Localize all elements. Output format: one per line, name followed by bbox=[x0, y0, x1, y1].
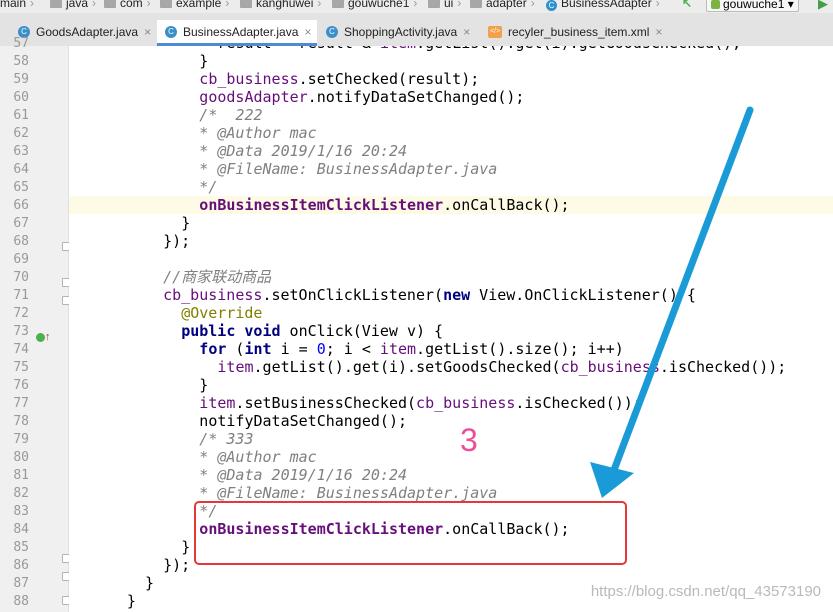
line-number: 82 bbox=[13, 486, 29, 501]
line-number: 80 bbox=[13, 450, 29, 465]
line-number: 79 bbox=[13, 432, 29, 447]
line-number: 71 bbox=[13, 288, 29, 303]
line-number: 58 bbox=[13, 54, 29, 69]
line-number: 88 bbox=[13, 594, 29, 609]
line-number: 81 bbox=[13, 468, 29, 483]
line-number: 69 bbox=[13, 252, 29, 267]
line-number: 59 bbox=[13, 72, 29, 87]
line-number: 65 bbox=[13, 180, 29, 195]
line-number: 70 bbox=[13, 270, 29, 285]
line-number: 67 bbox=[13, 216, 29, 231]
line-number: 66 bbox=[13, 198, 29, 213]
line-number: 84 bbox=[13, 522, 29, 537]
line-number: 77 bbox=[13, 396, 29, 411]
line-number: 64 bbox=[13, 162, 29, 177]
line-number: 68 bbox=[13, 234, 29, 249]
line-number: 76 bbox=[13, 378, 29, 393]
line-number: 62 bbox=[13, 126, 29, 141]
line-number: 75 bbox=[13, 360, 29, 375]
line-number: 74 bbox=[13, 342, 29, 357]
arrow-shaft bbox=[610, 106, 754, 474]
line-number: 72 bbox=[13, 306, 29, 321]
line-number: 61 bbox=[13, 108, 29, 123]
line-number: 86 bbox=[13, 558, 29, 573]
line-number: 57 bbox=[13, 36, 29, 51]
line-number: 73 bbox=[13, 324, 29, 339]
line-number: 60 bbox=[13, 90, 29, 105]
line-number: 78 bbox=[13, 414, 29, 429]
watermark: https://blog.csdn.net/qq_43573190 bbox=[590, 583, 821, 600]
line-number: 87 bbox=[13, 576, 29, 591]
line-number: 63 bbox=[13, 144, 29, 159]
pointer-arrow bbox=[590, 106, 754, 498]
line-number: 83 bbox=[13, 504, 29, 519]
line-number: 85 bbox=[13, 540, 29, 555]
